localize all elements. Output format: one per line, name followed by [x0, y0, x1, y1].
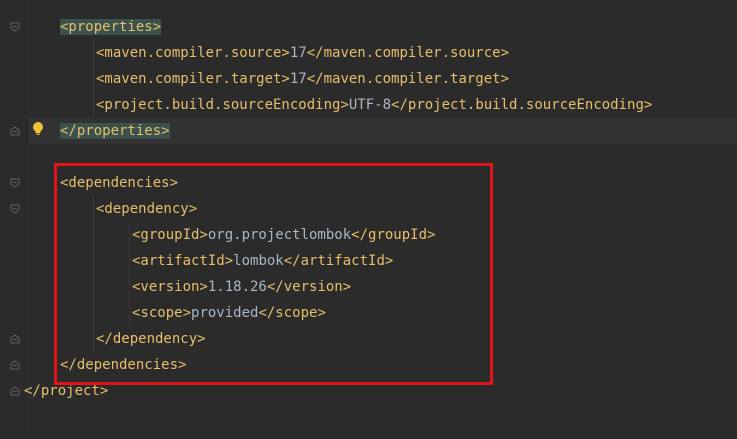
- code-line[interactable]: <properties>: [60, 14, 162, 40]
- fold-close-icon[interactable]: [10, 334, 20, 344]
- xml-tag: <project.build.sourceEncoding>: [96, 97, 349, 113]
- indent-guide: [93, 40, 94, 118]
- fold-close-icon[interactable]: [10, 360, 20, 370]
- xml-text: 17: [289, 71, 307, 87]
- code-line[interactable]: <maven.compiler.source>17</maven.compile…: [96, 40, 509, 66]
- code-line[interactable]: </properties>: [60, 118, 170, 144]
- editor-gutter: [0, 0, 28, 439]
- fold-close-icon[interactable]: [10, 386, 20, 396]
- xml-tag: <properties>: [60, 19, 162, 35]
- fold-open-icon[interactable]: [10, 204, 20, 214]
- intention-bulb-icon[interactable]: [31, 121, 45, 137]
- gutter-separator: [29, 0, 30, 439]
- annotation-highlight-box: [54, 163, 493, 385]
- xml-tag: <maven.compiler.target>: [96, 71, 290, 87]
- xml-tag: </project.build.sourceEncoding>: [391, 97, 653, 113]
- code-line[interactable]: <project.build.sourceEncoding>UTF-8</pro…: [96, 92, 652, 118]
- xml-text: 17: [289, 45, 307, 61]
- fold-close-icon[interactable]: [10, 126, 20, 136]
- xml-tag: </maven.compiler.target>: [306, 71, 510, 87]
- xml-tag: </project>: [24, 383, 109, 399]
- fold-open-icon[interactable]: [10, 22, 20, 32]
- fold-open-icon[interactable]: [10, 178, 20, 188]
- xml-tag: <maven.compiler.source>: [96, 45, 290, 61]
- code-line[interactable]: <maven.compiler.target>17</maven.compile…: [96, 66, 509, 92]
- xml-tag: </maven.compiler.source>: [306, 45, 510, 61]
- xml-text: UTF-8: [348, 97, 392, 113]
- xml-tag: </properties>: [60, 123, 170, 139]
